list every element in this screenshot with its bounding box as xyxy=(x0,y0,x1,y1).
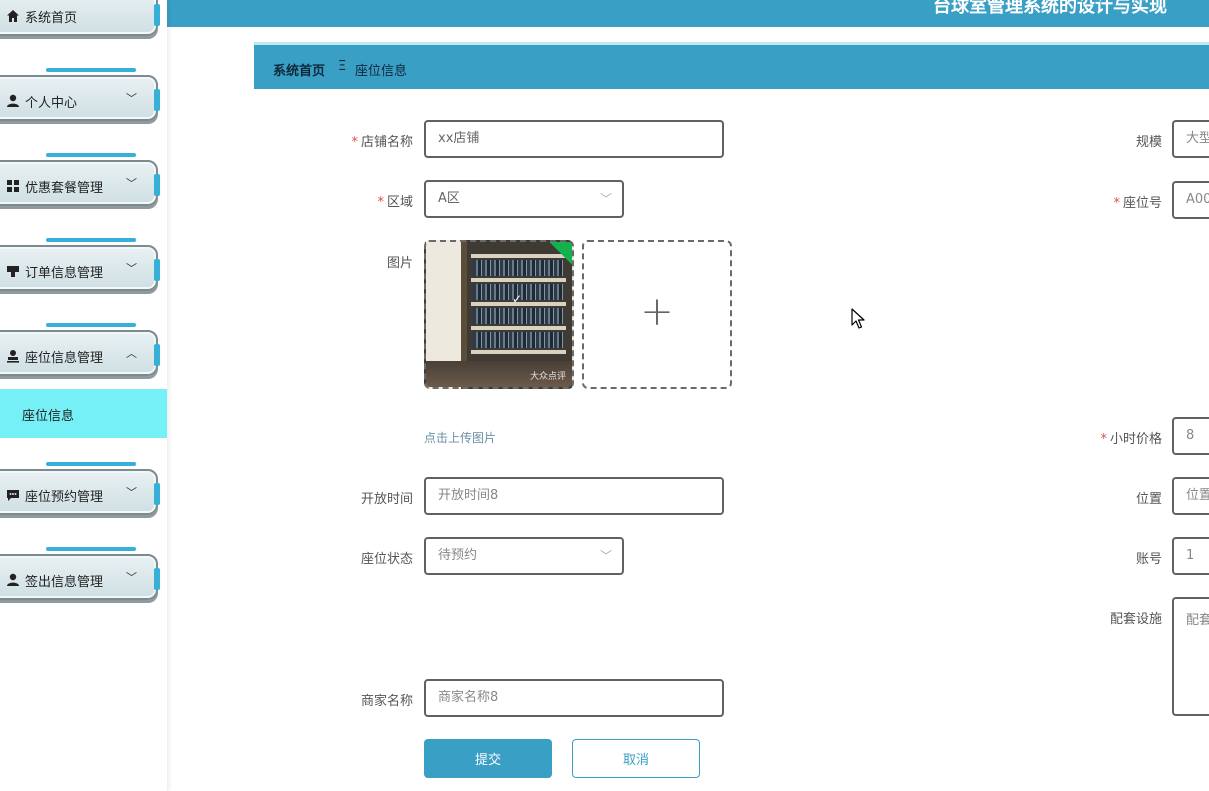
facilities-textarea[interactable]: 配套设施 xyxy=(1172,597,1209,716)
check-icon: ✓ xyxy=(512,292,523,306)
shop-name-input[interactable]: xx店铺 xyxy=(424,120,724,158)
merchant-name-input[interactable]: 商家名称8 xyxy=(424,679,724,717)
menu-plate: 座位预约管理 ﹀ xyxy=(0,462,160,515)
sidebar-item-package-management[interactable]: 优惠套餐管理 ﹀ xyxy=(0,153,160,213)
seat-icon xyxy=(6,349,20,363)
area-select[interactable]: A区 ﹀ xyxy=(424,180,624,218)
sidebar-subitem-seat-info[interactable]: 座位信息 xyxy=(0,389,167,438)
scale-input[interactable]: 大型 xyxy=(1172,120,1209,158)
chevron-down-icon: ﹀ xyxy=(126,486,137,499)
sidebar-item-reservation-management[interactable]: 座位预约管理 ﹀ xyxy=(0,462,160,522)
menu-plate: 签出信息管理 ﹀ xyxy=(0,547,160,600)
top-header-bar: 台球室管理系统的设计与实现 xyxy=(167,0,1209,27)
sidebar: 系统首页 个人中心 ﹀ 优惠套餐管理 ﹀ 订单信息管理 ﹀ 座位信息管理 ︿ 座… xyxy=(0,0,167,791)
chevron-down-icon: ﹀ xyxy=(599,549,612,563)
required-mark: * xyxy=(1100,432,1107,447)
breadcrumb-home-link[interactable]: 系统首页 xyxy=(273,60,325,79)
sidebar-item-home[interactable]: 系统首页 xyxy=(0,0,160,43)
sidebar-item-label: 系统首页 xyxy=(25,11,78,26)
sidebar-item-personal-center[interactable]: 个人中心 ﹀ xyxy=(0,68,160,128)
cancel-button[interactable]: 取消 xyxy=(572,739,700,778)
menu-plate: 优惠套餐管理 ﹀ xyxy=(0,153,160,206)
sidebar-item-label: 订单信息管理 xyxy=(25,266,104,281)
area-label: * 区域 xyxy=(377,195,413,210)
submit-button[interactable]: 提交 xyxy=(424,739,552,778)
sidebar-item-checkout-management[interactable]: 签出信息管理 ﹀ xyxy=(0,547,160,607)
chevron-down-icon: ﹀ xyxy=(599,192,612,206)
user-icon xyxy=(6,573,20,587)
sidebar-item-label: 签出信息管理 xyxy=(25,575,104,590)
account-label: 账号 xyxy=(1135,552,1162,567)
chevron-down-icon: ﹀ xyxy=(126,262,137,275)
plus-icon: + xyxy=(640,289,674,335)
sidebar-item-seat-management[interactable]: 座位信息管理 ︿ xyxy=(0,323,160,383)
upload-add-button[interactable]: + xyxy=(582,240,732,389)
seat-status-label: 座位状态 xyxy=(360,552,413,567)
sidebar-subitem-label: 座位信息 xyxy=(22,409,75,424)
sidebar-item-label: 座位预约管理 xyxy=(25,490,104,505)
area-select-value: A区 xyxy=(438,191,460,206)
menu-plate: 订单信息管理 ﹀ xyxy=(0,238,160,291)
image-label: 图片 xyxy=(386,256,413,271)
required-mark: * xyxy=(377,195,384,210)
menu-plate: 个人中心 ﹀ xyxy=(0,68,160,121)
system-title: 台球室管理系统的设计与实现 xyxy=(933,0,1167,17)
order-icon xyxy=(6,264,20,278)
seat-no-input[interactable]: A001 xyxy=(1172,181,1209,219)
hour-price-input[interactable]: 8 xyxy=(1172,417,1209,455)
sidebar-item-label: 优惠套餐管理 xyxy=(25,181,104,196)
upload-tip-text: 点击上传图片 xyxy=(424,431,497,445)
shop-name-label: * 店铺名称 xyxy=(351,135,413,150)
breadcrumb-separator: Ξ xyxy=(338,59,347,74)
seat-status-value: 待预约 xyxy=(438,548,478,563)
home-icon xyxy=(6,9,20,23)
chat-icon xyxy=(6,488,20,502)
menu-plate: 系统首页 xyxy=(0,0,160,36)
required-mark: * xyxy=(1113,196,1120,211)
open-time-label: 开放时间 xyxy=(360,492,413,507)
chevron-up-icon: ︿ xyxy=(126,347,137,360)
sidebar-item-label: 座位信息管理 xyxy=(25,351,104,366)
sidebar-item-order-management[interactable]: 订单信息管理 ﹀ xyxy=(0,238,160,298)
merchant-name-label: 商家名称 xyxy=(360,694,413,709)
facilities-label: 配套设施 xyxy=(1109,612,1162,627)
location-input[interactable]: 位置 xyxy=(1172,477,1209,515)
chevron-down-icon: ﹀ xyxy=(126,177,137,190)
chevron-down-icon: ﹀ xyxy=(126,571,137,584)
mouse-cursor-icon xyxy=(851,308,865,329)
breadcrumb: 系统首页 Ξ 座位信息 xyxy=(254,42,1209,89)
scale-label: 规模 xyxy=(1135,135,1162,150)
location-label: 位置 xyxy=(1135,492,1162,507)
grid-icon xyxy=(6,179,20,193)
required-mark: * xyxy=(351,135,358,150)
sidebar-item-label: 个人中心 xyxy=(25,96,78,111)
account-input[interactable]: 1 xyxy=(1172,537,1209,575)
breadcrumb-current: 座位信息 xyxy=(355,64,408,79)
menu-plate: 座位信息管理 ︿ xyxy=(0,323,160,376)
open-time-input[interactable]: 开放时间8 xyxy=(424,477,724,515)
seat-status-select[interactable]: 待预约 ﹀ xyxy=(424,537,624,575)
image-watermark: 大众点评 xyxy=(529,372,566,382)
uploaded-image-thumbnail[interactable]: ✓ 大众点评 xyxy=(424,240,574,389)
hour-price-label: * 小时价格 xyxy=(1100,432,1162,447)
chevron-down-icon: ﹀ xyxy=(126,92,137,105)
user-icon xyxy=(6,94,20,108)
seat-no-label: * 座位号 xyxy=(1113,196,1162,211)
